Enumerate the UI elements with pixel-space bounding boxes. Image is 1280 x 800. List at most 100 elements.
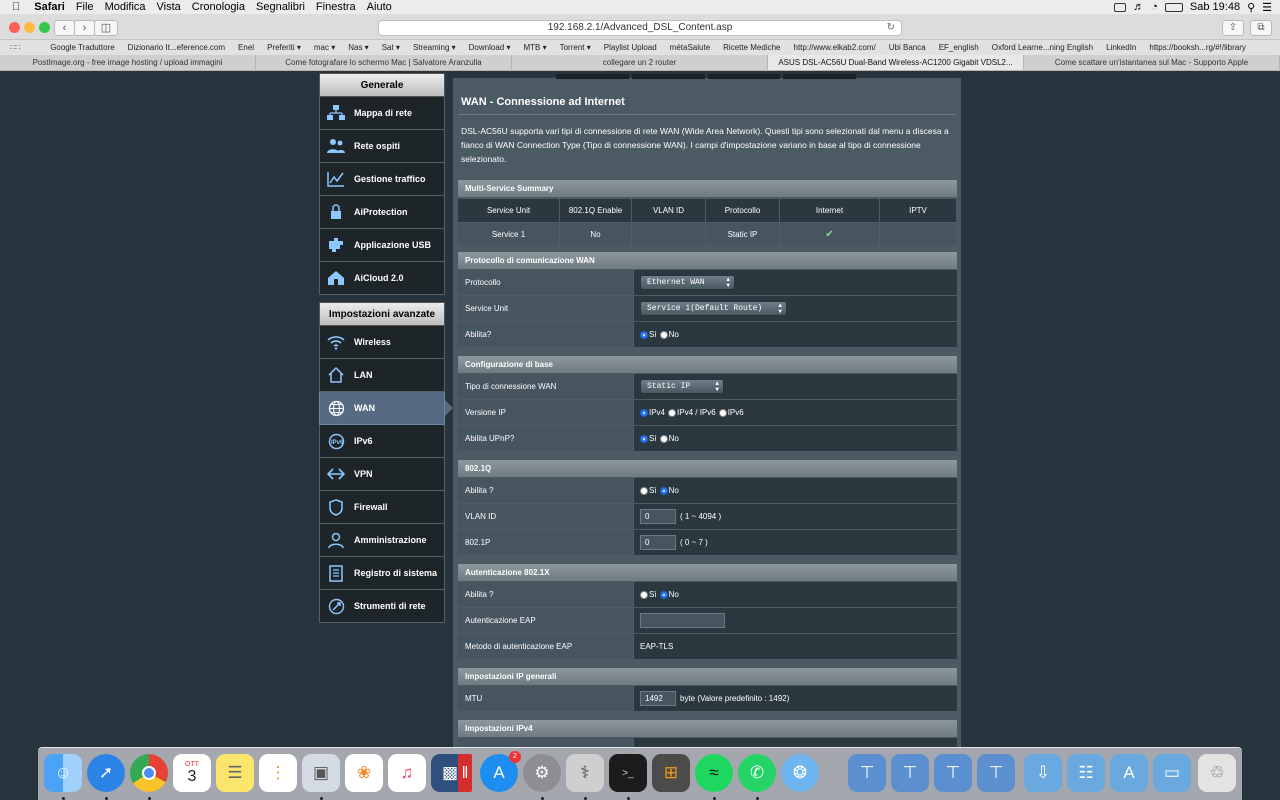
applications-folder-icon[interactable]: A [1110,754,1148,792]
downloads-folder-icon[interactable]: ⇩ [1024,754,1062,792]
share-button[interactable]: ⇧ [1222,20,1244,36]
desktop-folder-icon[interactable]: ▭ [1153,754,1191,792]
dot1q-yes-radio[interactable] [640,486,648,495]
system-preferences-icon[interactable]: ⚙ [523,754,561,792]
browser-tab[interactable]: Come scattare un'istantanea sul Mac - Su… [1024,55,1280,70]
sidebar-item-lan[interactable]: LAN [319,359,445,392]
bookmark-item[interactable]: Enel [238,43,254,52]
trash-icon[interactable]: ♲ [1198,754,1236,792]
sidebar-item-ipv6[interactable]: IPv6 IPv6 [319,425,445,458]
ipv4-radio[interactable] [640,408,648,417]
wan-type-select[interactable]: Static IP ▲ ▼ [640,379,724,394]
notes-icon[interactable]: ☰ [216,754,254,792]
calendar-icon[interactable]: OTT 3 [173,754,211,792]
network-volume-icon[interactable]: ⊤ [891,754,929,792]
sidebar-item-firewall[interactable]: Firewall [319,491,445,524]
sidebar-item-wan[interactable]: WAN [319,392,453,425]
menu-aiuto[interactable]: Aiuto [367,1,392,13]
bookmark-item[interactable]: métaSalute [670,43,710,52]
network-volume-icon[interactable]: ⊤ [977,754,1015,792]
wan-enable-no-radio[interactable] [659,330,668,339]
bookmark-folder[interactable]: Torrent ▾ [560,43,591,52]
sidebar-item-traffic-manager[interactable]: Gestione traffico [319,163,445,196]
bookmark-item[interactable]: http://www.elkab2.com/ [794,43,876,52]
top-sites-icon[interactable]: ∷∷ [10,43,20,52]
menu-segnalibri[interactable]: Segnalibri [256,1,305,13]
menu-app-safari[interactable]: Safari [34,1,65,13]
bookmark-item[interactable]: Ricette Mediche [723,43,780,52]
menu-file[interactable]: File [76,1,94,13]
apple-menu-icon[interactable]:  [12,1,20,13]
sidebar-item-network-map[interactable]: Mappa di rete [319,97,445,130]
sidebar-item-aicloud[interactable]: AiCloud 2.0 [319,262,445,295]
spotlight-icon[interactable]: ⚲ [1247,1,1255,14]
bookmark-item[interactable]: Ubi Banca [889,43,926,52]
bookmark-item[interactable]: Oxford Learne...ning English [992,43,1093,52]
dot1x-no-radio[interactable] [659,590,668,599]
bookmark-folder[interactable]: Streaming ▾ [413,43,456,52]
address-bar[interactable]: 192.168.2.1/Advanced_DSL_Content.asp ↻ [378,20,902,36]
mtu-input[interactable]: 1492 [640,691,676,706]
terminal-icon[interactable]: >_ [609,754,647,792]
ipv4-ipv6-radio[interactable] [668,408,677,417]
status-menu-icon[interactable] [1114,2,1127,12]
eap-auth-input[interactable] [640,613,725,628]
reminders-icon[interactable]: ⋮ [259,754,297,792]
disk-utility-icon[interactable]: ⚕ [566,754,604,792]
browser-tab-active[interactable]: ASUS DSL-AC56U Dual-Band Wireless-AC1200… [768,55,1024,70]
browser-tab[interactable]: Come fotografare lo schermo Mac | Salvat… [256,55,512,70]
calculator-icon[interactable]: ⊞ [652,754,690,792]
dot1p-input[interactable]: 0 [640,535,676,550]
bookmark-item[interactable]: https://booksh...rg/#!/library [1149,43,1246,52]
protocol-select[interactable]: Ethernet WAN ▲ ▼ [640,275,735,290]
menu-vista[interactable]: Vista [157,1,181,13]
bookmark-folder[interactable]: Download ▾ [469,43,511,52]
bookmark-item[interactable]: Dizionario It...eference.com [128,43,225,52]
whatsapp-icon[interactable]: ✆ [738,754,776,792]
preview-icon[interactable]: ▣ [302,754,340,792]
minimize-window-button[interactable] [24,22,35,33]
close-window-button[interactable] [9,22,20,33]
music-icon[interactable]: ♫ [388,754,426,792]
upnp-yes-radio[interactable] [640,434,648,443]
zoom-window-button[interactable] [39,22,50,33]
show-tabs-button[interactable]: ⧉ [1250,20,1272,36]
wifi-icon[interactable]: ◔ [1151,1,1158,13]
sidebar-item-guest-network[interactable]: Rete ospiti [319,130,445,163]
dot1q-no-radio[interactable] [659,486,668,495]
sidebar-item-wireless[interactable]: Wireless [319,326,445,359]
sidebar-toggle-button[interactable]: ◫ [94,20,118,36]
back-button[interactable]: ‹ [54,20,75,36]
battery-icon[interactable] [1164,2,1183,12]
photos-icon[interactable]: ❀ [345,754,383,792]
menu-finestra[interactable]: Finestra [316,1,356,13]
reload-icon[interactable]: ↻ [887,21,895,35]
app-store-icon[interactable]: A2 [480,751,521,792]
upnp-no-radio[interactable] [659,434,668,443]
ipv6-radio[interactable] [718,408,727,417]
network-radar-icon[interactable]: ❂ [781,754,819,792]
dot1x-yes-radio[interactable] [640,590,648,599]
sidebar-item-network-tools[interactable]: Strumenti di rete [319,590,445,623]
bookmark-folder[interactable]: Preferiti ▾ [267,43,301,52]
table-cell[interactable]: Service 1 [458,222,560,245]
parallels-icon[interactable]: ‖ [458,754,472,792]
wan-enable-yes-radio[interactable] [640,330,648,339]
bookmark-item[interactable]: EF_english [939,43,979,52]
bookmark-folder[interactable]: MTB ▾ [523,43,546,52]
bookmark-item[interactable]: Google Traduttore [50,43,114,52]
bookmark-item[interactable]: LinkedIn [1106,43,1136,52]
bookmark-folder[interactable]: Nas ▾ [348,43,368,52]
network-volume-icon[interactable]: ⊤ [934,754,972,792]
safari-icon[interactable]: ➚ [87,754,125,792]
spotify-icon[interactable]: ≈ [695,754,733,792]
browser-tab[interactable]: collegare un 2 router [512,55,768,70]
menu-cronologia[interactable]: Cronologia [192,1,245,13]
bookmark-folder[interactable]: mac ▾ [314,43,335,52]
documents-folder-icon[interactable]: ☷ [1067,754,1105,792]
menu-modifica[interactable]: Modifica [105,1,146,13]
sidebar-item-usb-application[interactable]: Applicazione USB [319,229,445,262]
bookmark-item[interactable]: Playlist Upload [604,43,657,52]
volume-icon[interactable]: ♬ [1133,1,1144,13]
network-volume-icon[interactable]: ⊤ [848,754,886,792]
